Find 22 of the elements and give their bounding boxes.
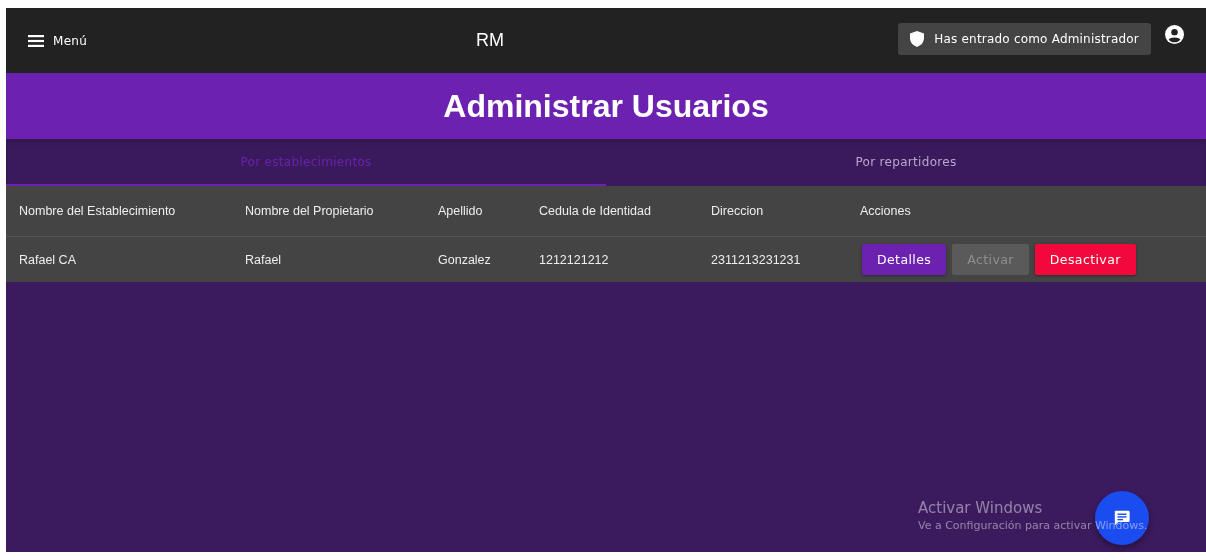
column-header: Nombre del Propietario	[244, 204, 375, 218]
column-header: Direccion	[710, 204, 765, 218]
table-cell-text: Gonzalez	[437, 252, 492, 267]
shield-icon	[910, 30, 925, 47]
tab[interactable]: Por repartidores	[606, 139, 1206, 186]
column-header: Apellido	[437, 204, 484, 218]
table-cell-text: 1212121212	[538, 252, 610, 267]
column-header: Acciones	[859, 204, 912, 218]
action-button[interactable]: Detalles	[862, 244, 947, 275]
table-cell-text: 2311213231231	[710, 252, 802, 267]
table-cell-text: Rafael CA	[18, 252, 77, 267]
page-title: Administrar Usuarios	[443, 87, 769, 125]
column-header: Cedula de Identidad	[538, 204, 652, 218]
account-icon[interactable]	[1165, 25, 1184, 44]
activation-title: Activar Windows	[918, 499, 1044, 517]
column-header: Nombre del Establecimiento	[18, 204, 177, 218]
menu-button[interactable]: Menú	[28, 33, 88, 48]
table-cell-text: Rafael	[244, 252, 283, 267]
role-text: Has entrado como Administrador	[934, 31, 1139, 46]
menu-icon	[28, 34, 44, 47]
brand-name: RM	[476, 30, 504, 51]
action-button[interactable]: Desactivar	[1034, 244, 1136, 275]
